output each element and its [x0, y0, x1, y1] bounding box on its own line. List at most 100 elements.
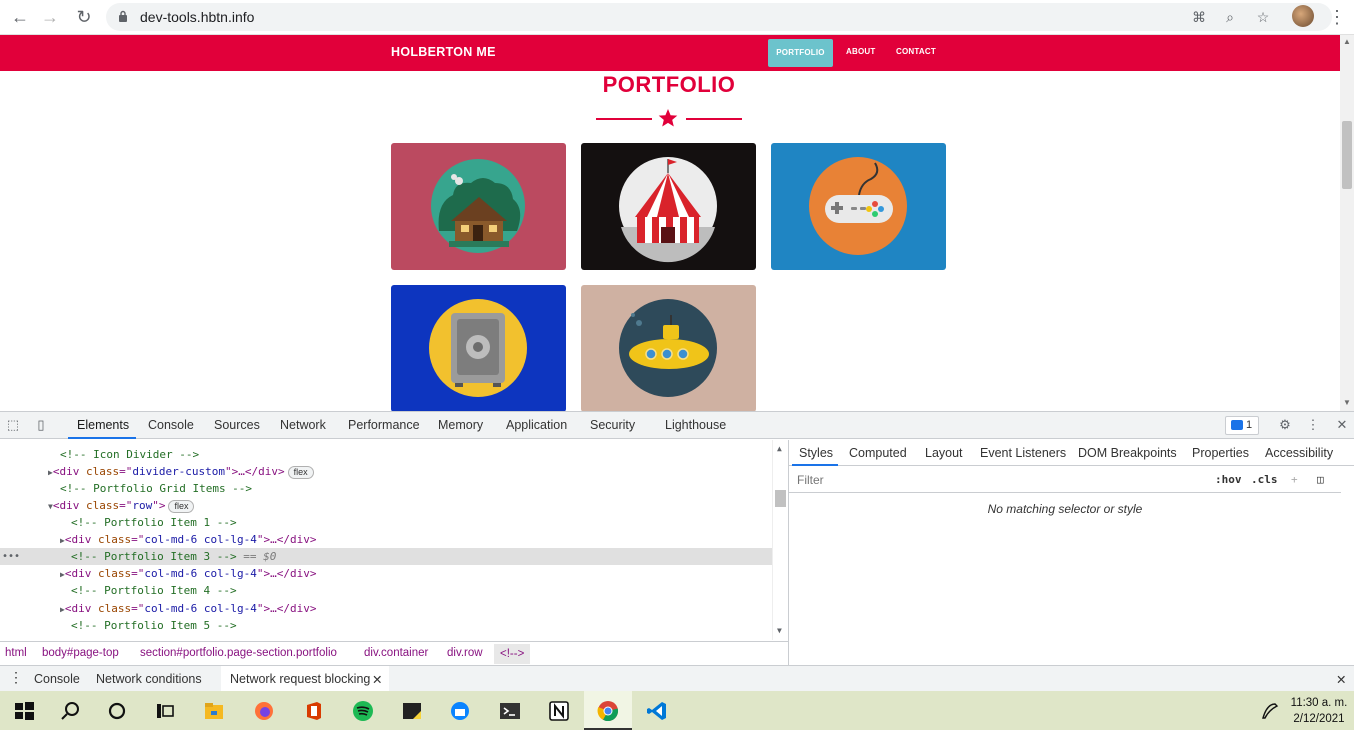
- styles-scrollbar[interactable]: [1341, 467, 1354, 665]
- tab-computed[interactable]: Computed: [849, 446, 907, 460]
- translate-icon[interactable]: ⌘: [1189, 7, 1209, 27]
- scrollbar-thumb[interactable]: [1342, 121, 1352, 189]
- elements-scrollbar[interactable]: ▲ ▼: [772, 440, 788, 640]
- tab-elements[interactable]: Elements: [77, 418, 129, 432]
- tree-line[interactable]: ▶<div class="col-md-6 col-lg-4">…</div>: [0, 600, 772, 617]
- breadcrumb-item[interactable]: div.row: [447, 647, 483, 659]
- elements-tree[interactable]: <!-- Icon Divider --> ▶<div class="divid…: [0, 440, 788, 640]
- task-view-icon[interactable]: [141, 691, 189, 730]
- flex-badge[interactable]: flex: [287, 466, 314, 479]
- windows-start-icon[interactable]: [0, 691, 48, 730]
- drawer-tab-network-conditions[interactable]: Network conditions: [96, 672, 202, 686]
- issues-badge[interactable]: 1: [1225, 416, 1259, 435]
- scroll-down-icon[interactable]: ▼: [777, 626, 782, 635]
- tree-line[interactable]: <!-- Portfolio Grid Items -->: [0, 480, 772, 497]
- tab-application[interactable]: Application: [506, 418, 567, 432]
- tab-memory[interactable]: Memory: [438, 418, 483, 432]
- hov-button[interactable]: :hov: [1215, 473, 1242, 486]
- zoom-icon[interactable]: ⌕: [1220, 7, 1240, 27]
- breadcrumb-item[interactable]: div.container: [364, 647, 428, 659]
- tab-security[interactable]: Security: [590, 418, 635, 432]
- close-drawer-icon[interactable]: ✕: [1336, 672, 1346, 687]
- sticky-notes-icon[interactable]: [388, 691, 436, 730]
- cls-button[interactable]: .cls: [1251, 473, 1278, 486]
- site-navbar: HOLBERTON ME PORTFOLIO ABOUT CONTACT: [0, 35, 1340, 71]
- chrome-icon[interactable]: [584, 691, 632, 730]
- cortana-icon[interactable]: [93, 691, 141, 730]
- star-icon[interactable]: ☆: [1253, 7, 1273, 27]
- tab-accessibility[interactable]: Accessibility: [1265, 446, 1333, 460]
- cabin-icon: [391, 143, 566, 270]
- file-explorer-icon[interactable]: [190, 691, 238, 730]
- tree-line[interactable]: <!-- Portfolio Item 1 -->: [0, 514, 772, 531]
- firefox-icon[interactable]: [240, 691, 288, 730]
- drawer-menu-icon[interactable]: ⋮: [9, 669, 23, 686]
- portfolio-item-circus[interactable]: [581, 143, 756, 270]
- brand-logo[interactable]: HOLBERTON ME: [391, 45, 496, 59]
- tree-line[interactable]: ▶<div class="col-md-6 col-lg-4">…</div>: [0, 565, 772, 582]
- menu-icon[interactable]: ⋮: [1328, 5, 1346, 29]
- tree-line[interactable]: ▶<div class="col-md-6 col-lg-4">…</div>: [0, 531, 772, 548]
- tree-line[interactable]: <!-- Portfolio Item 4 -->: [0, 582, 772, 599]
- styles-filter-input[interactable]: [793, 470, 1205, 490]
- tab-event-listeners[interactable]: Event Listeners: [980, 446, 1066, 460]
- close-tab-icon[interactable]: ✕: [372, 672, 382, 687]
- add-rule-icon[interactable]: +: [1291, 473, 1298, 486]
- page-viewport: HOLBERTON ME PORTFOLIO ABOUT CONTACT POR…: [0, 35, 1354, 411]
- portfolio-item-cabin[interactable]: [391, 143, 566, 270]
- portfolio-item-controller[interactable]: [771, 143, 946, 270]
- address-bar[interactable]: dev-tools.hbtn.info ⌘ ⌕ ☆: [106, 3, 1332, 31]
- tree-line-selected[interactable]: ••• <!-- Portfolio Item 3 --> == $0: [0, 548, 772, 565]
- nav-about[interactable]: ABOUT: [846, 47, 875, 56]
- breadcrumb-item[interactable]: body#page-top: [42, 647, 119, 659]
- portfolio-item-submarine[interactable]: [581, 285, 756, 411]
- breadcrumb-item[interactable]: html: [5, 647, 27, 659]
- system-clock[interactable]: 11:30 a. m. 2/12/2021: [1288, 695, 1350, 727]
- search-icon[interactable]: [46, 691, 94, 730]
- vscode-icon[interactable]: [633, 691, 681, 730]
- tab-console[interactable]: Console: [148, 418, 194, 432]
- back-icon[interactable]: ←: [8, 5, 32, 29]
- flex-badge[interactable]: flex: [168, 500, 195, 513]
- tree-line[interactable]: <!-- Icon Divider -->: [0, 446, 772, 463]
- tab-styles[interactable]: Styles: [799, 446, 833, 460]
- thunderbird-icon[interactable]: [436, 691, 484, 730]
- tab-performance[interactable]: Performance: [348, 418, 420, 432]
- reload-icon[interactable]: ↻: [72, 5, 96, 29]
- nav-contact[interactable]: CONTACT: [896, 47, 936, 56]
- notion-icon[interactable]: [535, 691, 583, 730]
- tab-sources[interactable]: Sources: [214, 418, 260, 432]
- settings-gear-icon[interactable]: ⚙: [1276, 416, 1294, 434]
- page-scrollbar[interactable]: ▲ ▼: [1340, 35, 1354, 411]
- tab-layout[interactable]: Layout: [925, 446, 963, 460]
- portfolio-item-safe[interactable]: [391, 285, 566, 411]
- spotify-icon[interactable]: [339, 691, 387, 730]
- close-devtools-icon[interactable]: ✕: [1333, 416, 1351, 434]
- tab-properties[interactable]: Properties: [1192, 446, 1249, 460]
- tree-line[interactable]: ▶<div class="divider-custom">…</div> flex: [0, 463, 772, 480]
- more-options-icon[interactable]: •••: [2, 548, 20, 565]
- breadcrumb-item[interactable]: section#portfolio.page-section.portfolio: [140, 647, 337, 659]
- breadcrumb-item-current[interactable]: <!-->: [494, 644, 531, 664]
- scrollbar-thumb[interactable]: [775, 490, 786, 507]
- tab-dom-breakpoints[interactable]: DOM Breakpoints: [1078, 446, 1177, 460]
- pen-workspace-icon[interactable]: [1252, 691, 1288, 730]
- tree-line[interactable]: <!-- Portfolio Item 5 -->: [0, 617, 772, 634]
- devtools-menu-icon[interactable]: ⋮: [1304, 416, 1322, 434]
- tree-line[interactable]: ▼<div class="row"> flex: [0, 497, 772, 514]
- forward-icon[interactable]: →: [38, 5, 62, 29]
- scroll-up-icon[interactable]: ▲: [1343, 38, 1351, 46]
- tab-network[interactable]: Network: [280, 418, 326, 432]
- drawer-tab-console[interactable]: Console: [34, 672, 80, 686]
- nav-portfolio[interactable]: PORTFOLIO: [768, 39, 833, 67]
- scroll-down-icon[interactable]: ▼: [1343, 399, 1351, 407]
- drawer-tab-network-request-blocking[interactable]: Network request blocking: [230, 672, 370, 686]
- office-icon[interactable]: [290, 691, 338, 730]
- device-toolbar-icon[interactable]: ▯: [32, 416, 50, 434]
- avatar[interactable]: [1292, 5, 1314, 27]
- tab-lighthouse[interactable]: Lighthouse: [665, 418, 726, 432]
- inspect-icon[interactable]: ⬚: [4, 416, 22, 434]
- terminal-icon[interactable]: [486, 691, 534, 730]
- scroll-up-icon[interactable]: ▲: [777, 444, 782, 453]
- toggle-sidebar-icon[interactable]: ◫: [1317, 473, 1324, 486]
